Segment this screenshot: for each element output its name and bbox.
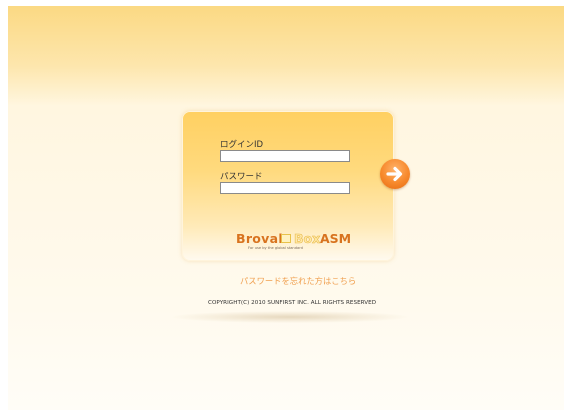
card-shadow (172, 311, 408, 323)
password-input[interactable] (220, 182, 350, 194)
logo-brand-box: Box (294, 231, 321, 246)
password-label: パスワード (220, 172, 263, 182)
arrow-right-icon (386, 166, 403, 182)
logo-brand-left: Broval (236, 231, 283, 246)
copyright-text: COPYRIGHT(C) 2010 SUNFIRST INC. ALL RIGH… (208, 300, 377, 306)
login-id-label: ログインID (220, 140, 264, 150)
box-logo-icon (281, 234, 291, 243)
logo-tagline: For use by the global standard (248, 246, 303, 250)
login-id-input[interactable] (220, 150, 350, 162)
logo-brand-product: ASM (320, 231, 352, 246)
broval-box-asm-logo: Broval Box ASM For use by the global sta… (236, 231, 352, 254)
login-submit-button[interactable] (380, 159, 410, 189)
forgot-password-link[interactable]: パスワードを忘れた方はこちら (240, 275, 356, 287)
